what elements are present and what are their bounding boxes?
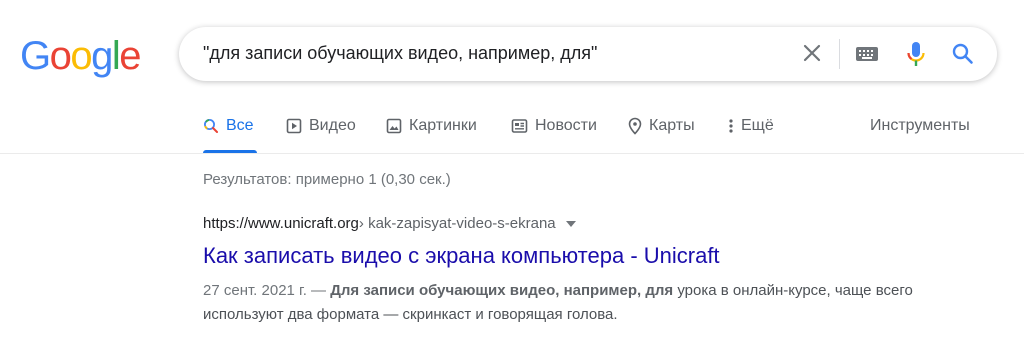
result-snippet: 27 сент. 2021 г. — Для записи обучающих …: [203, 279, 943, 327]
logo-letter: l: [111, 34, 121, 78]
more-icon: [729, 119, 733, 133]
search-result: https://www.unicraft.org › kak-zapisyat-…: [203, 213, 943, 327]
video-icon: [286, 118, 302, 134]
search-icon: [204, 119, 218, 133]
result-date: 27 сент. 2021 г. —: [203, 282, 331, 299]
keyboard-icon[interactable]: [855, 45, 879, 68]
tab-label: Новости: [535, 117, 597, 134]
logo-letter: g: [91, 34, 113, 78]
tab-label: Картинки: [409, 117, 477, 134]
logo-letter: e: [119, 34, 141, 78]
result-path: › kak-zapisyat-video-s-ekrana: [358, 215, 556, 232]
google-logo[interactable]: Google: [20, 33, 141, 79]
logo-letter: o: [49, 34, 72, 78]
chevron-down-icon[interactable]: [565, 221, 576, 227]
search-divider: [839, 39, 840, 69]
clear-icon[interactable]: [799, 40, 825, 66]
snippet-highlight: Для записи обучающих видео, например, дл…: [330, 282, 674, 299]
tab-maps[interactable]: Карты: [628, 117, 695, 135]
logo-letter: G: [20, 34, 51, 78]
result-domain: https://www.unicraft.org: [203, 215, 359, 232]
tab-more[interactable]: Ещё: [728, 117, 774, 135]
search-box[interactable]: "для записи обучающих видео, например, д…: [179, 27, 997, 81]
result-stats: Результатов: примерно 1 (0,30 сек.): [203, 171, 451, 188]
tab-images[interactable]: Картинки: [386, 117, 477, 135]
logo-letter: o: [70, 34, 92, 78]
tab-label: Ещё: [741, 117, 774, 134]
map-pin-icon: [628, 117, 642, 135]
tools-button[interactable]: Инструменты: [870, 117, 970, 135]
tab-label: Все: [226, 117, 254, 134]
result-url[interactable]: https://www.unicraft.org › kak-zapisyat-…: [203, 213, 943, 235]
tabs-divider: [0, 153, 1024, 154]
image-icon: [386, 118, 402, 134]
tab-label: Карты: [649, 117, 695, 134]
result-title[interactable]: Как записать видео с экрана компьютера -…: [203, 241, 943, 271]
tab-label: Видео: [309, 117, 356, 134]
tab-video[interactable]: Видео: [286, 117, 356, 135]
tab-news[interactable]: Новости: [511, 117, 597, 135]
tab-all[interactable]: Все: [203, 117, 254, 135]
news-icon: [511, 119, 528, 133]
search-tabs: Все Видео Картинки Новости Карты Ещё Инс…: [0, 110, 1024, 154]
search-icon[interactable]: [950, 41, 976, 72]
microphone-icon[interactable]: [905, 40, 927, 73]
search-input[interactable]: "для записи обучающих видео, например, д…: [203, 43, 597, 64]
